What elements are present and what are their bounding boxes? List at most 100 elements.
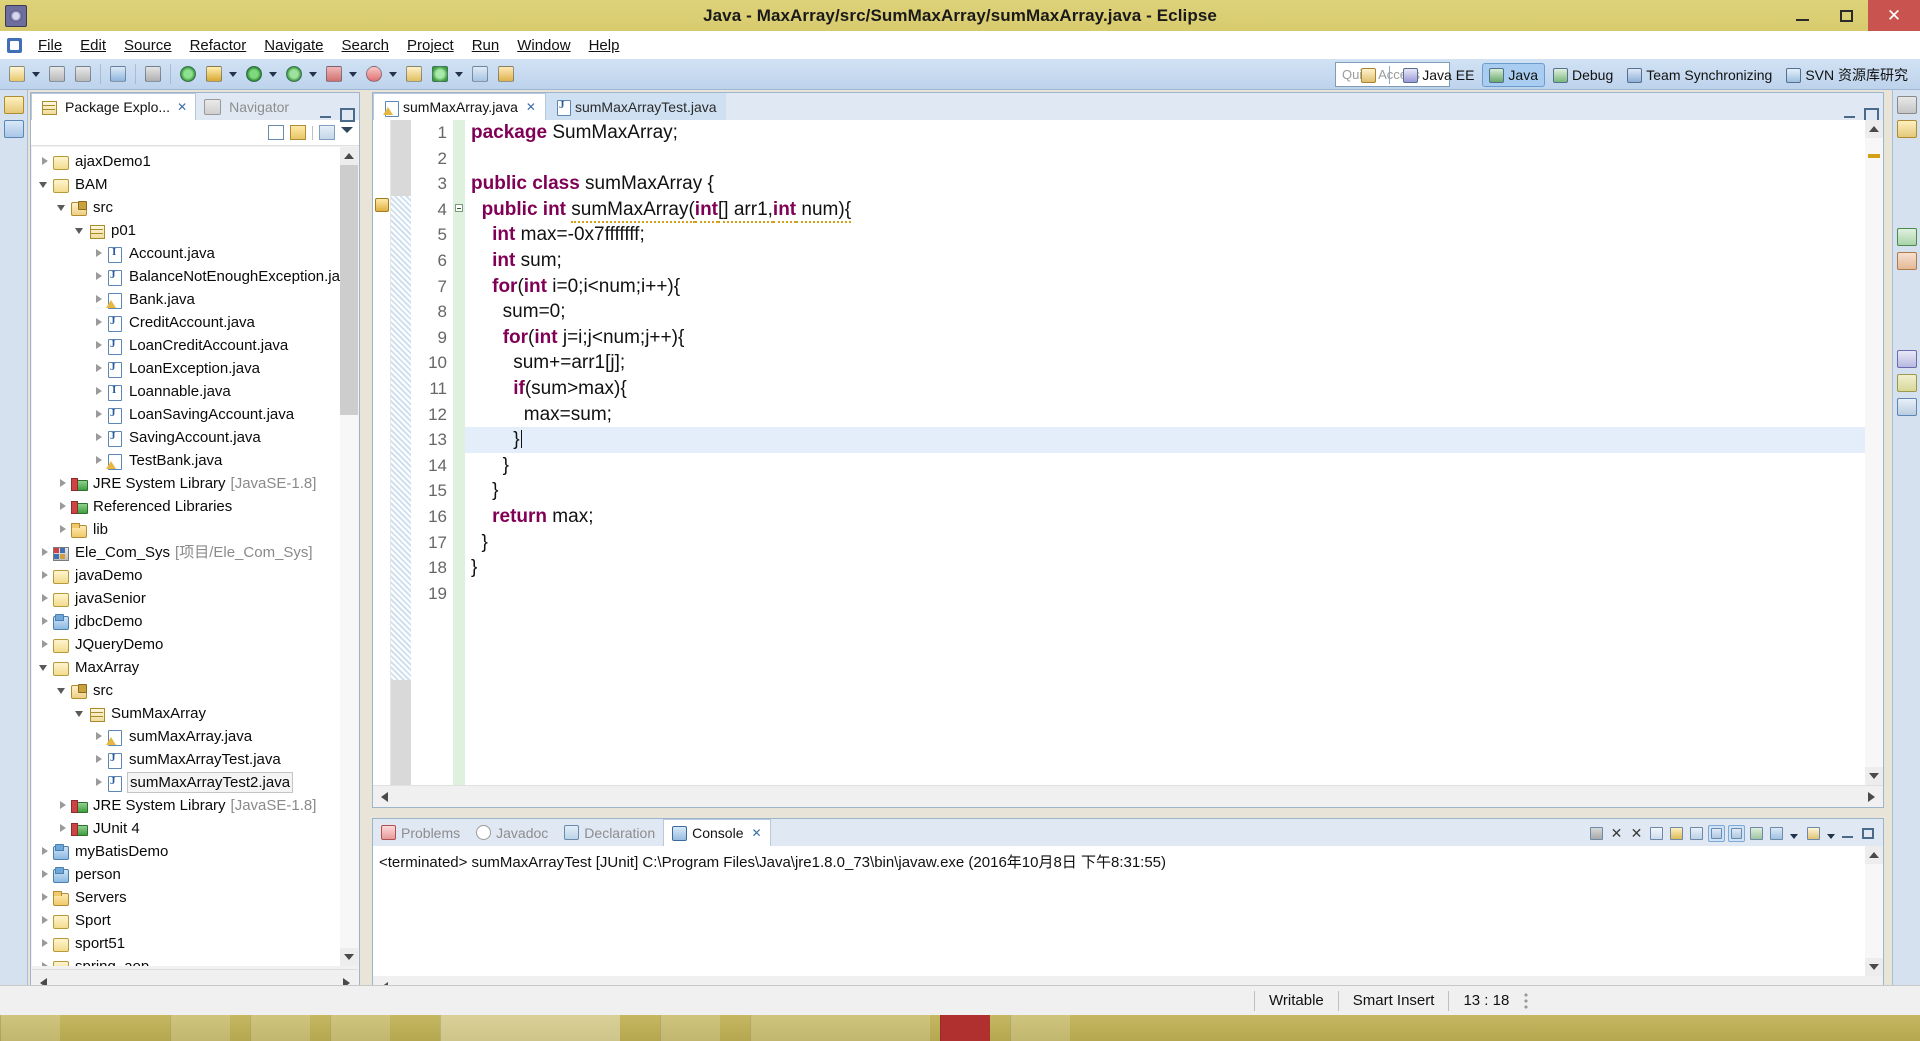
- chevron-right-icon[interactable]: [38, 569, 51, 582]
- console-icon[interactable]: [107, 63, 129, 85]
- new-java-class-icon[interactable]: [429, 63, 451, 85]
- tree-item-person[interactable]: person: [32, 863, 358, 886]
- tree-item-ajaxdemo1[interactable]: ajaxDemo1: [32, 150, 358, 173]
- chevron-right-icon[interactable]: [38, 845, 51, 858]
- tree-item-testbank-java[interactable]: TestBank.java: [32, 449, 358, 472]
- snippets-fastview-icon[interactable]: [1896, 374, 1917, 392]
- tree-item-servers[interactable]: Servers: [32, 886, 358, 909]
- chevron-right-icon[interactable]: [92, 339, 105, 352]
- show-console-on-output-icon[interactable]: [1708, 824, 1725, 842]
- tree-item-junit-4[interactable]: JUnit 4: [32, 817, 358, 840]
- editor-code-area[interactable]: package SumMaxArray; public class sumMaxA…: [465, 120, 1865, 785]
- collapse-all-icon[interactable]: [268, 125, 284, 140]
- tab-javadoc[interactable]: Javadoc: [468, 819, 556, 846]
- close-icon[interactable]: ✕: [752, 826, 762, 840]
- menu-item-help[interactable]: Help: [580, 35, 629, 56]
- tree-item-src[interactable]: src: [32, 679, 358, 702]
- tab-package-explorer[interactable]: Package Explo... ✕: [31, 93, 197, 120]
- tree-item-loancreditaccount-java[interactable]: LoanCreditAccount.java: [32, 334, 358, 357]
- package-explorer-vertical-scrollbar[interactable]: [340, 147, 358, 966]
- servers-fastview-icon[interactable]: [1896, 398, 1917, 416]
- tree-item-sport[interactable]: Sport: [32, 909, 358, 932]
- tree-item-p01[interactable]: p01: [32, 219, 358, 242]
- profile-icon[interactable]: [363, 63, 385, 85]
- code-line[interactable]: sum=0;: [465, 299, 1865, 325]
- code-line[interactable]: }: [465, 530, 1865, 556]
- tree-item-savingaccount-java[interactable]: SavingAccount.java: [32, 426, 358, 449]
- clear-console-icon[interactable]: [1648, 825, 1665, 842]
- tree-item-jdbcdemo[interactable]: jdbcDemo: [32, 610, 358, 633]
- taskbar-item[interactable]: [1010, 1015, 1070, 1041]
- chevron-right-icon[interactable]: [56, 477, 69, 490]
- menu-item-run[interactable]: Run: [463, 35, 509, 56]
- history-fastview-icon[interactable]: [1896, 252, 1917, 270]
- chevron-down-icon[interactable]: [341, 126, 353, 139]
- scroll-up-icon[interactable]: [340, 147, 358, 165]
- tree-item-bam[interactable]: BAM: [32, 173, 358, 196]
- menu-item-window[interactable]: Window: [508, 35, 579, 56]
- code-line[interactable]: }: [465, 453, 1865, 479]
- taskbar-item[interactable]: [250, 1015, 310, 1041]
- warning-marker-icon[interactable]: [375, 198, 389, 212]
- maximize-icon[interactable]: [1863, 107, 1879, 122]
- chevron-right-icon[interactable]: [38, 960, 51, 966]
- new-class-arrow[interactable]: [453, 63, 464, 85]
- chevron-down-icon[interactable]: [38, 178, 51, 191]
- tree-item-sport51[interactable]: sport51: [32, 932, 358, 955]
- close-icon[interactable]: ✕: [526, 100, 536, 114]
- terminate-icon[interactable]: [1588, 825, 1605, 842]
- perspective-button-java-ee[interactable]: Java EE: [1397, 64, 1480, 86]
- chevron-right-icon[interactable]: [92, 247, 105, 260]
- chevron-right-icon[interactable]: [38, 891, 51, 904]
- task-list-fastview-icon[interactable]: [1896, 120, 1917, 138]
- console-body[interactable]: <terminated> sumMaxArrayTest [JUnit] C:\…: [373, 846, 1883, 996]
- close-button[interactable]: ✕: [1868, 0, 1920, 31]
- project-tree[interactable]: ajaxDemo1 BAM src p01 Account.java BalanceNot…: [32, 147, 358, 966]
- chevron-right-icon[interactable]: [38, 546, 51, 559]
- code-line[interactable]: }: [465, 427, 1865, 453]
- menu-item-search[interactable]: Search: [332, 35, 398, 56]
- tree-item-summaxarraytest2-java[interactable]: sumMaxArrayTest2.java: [32, 771, 358, 794]
- debug-icon[interactable]: [283, 63, 305, 85]
- code-line[interactable]: [465, 581, 1865, 607]
- chevron-down-icon[interactable]: [56, 684, 69, 697]
- external-tools-icon[interactable]: [203, 63, 225, 85]
- chevron-right-icon[interactable]: [92, 730, 105, 743]
- code-line[interactable]: }: [465, 478, 1865, 504]
- scroll-left-icon[interactable]: [373, 786, 395, 808]
- tree-item-lib[interactable]: lib: [32, 518, 358, 541]
- package-explorer-fastview-icon[interactable]: [3, 120, 24, 138]
- minimize-icon[interactable]: [319, 107, 332, 120]
- tree-item-ele-com-sys[interactable]: Ele_Com_Sys [项目/Ele_Com_Sys]: [32, 541, 358, 564]
- perspective-button-team-synchronizing[interactable]: Team Synchronizing: [1621, 64, 1778, 86]
- scroll-right-icon[interactable]: [1861, 786, 1883, 808]
- code-line[interactable]: if(sum>max){: [465, 376, 1865, 402]
- new-java-package-icon[interactable]: [403, 63, 425, 85]
- chevron-right-icon[interactable]: [92, 362, 105, 375]
- chevron-down-icon[interactable]: [74, 224, 87, 237]
- taskbar-item[interactable]: [750, 1015, 930, 1041]
- save-icon[interactable]: [46, 63, 68, 85]
- code-line[interactable]: int max=-0x7fffffff;: [465, 222, 1865, 248]
- code-line[interactable]: package SumMaxArray;: [465, 120, 1865, 146]
- tree-item-account-java[interactable]: Account.java: [32, 242, 358, 265]
- scroll-down-icon[interactable]: [1865, 767, 1883, 785]
- taskbar-item[interactable]: [0, 1015, 60, 1041]
- open-console-icon[interactable]: [1805, 825, 1822, 842]
- tree-item-jquerydemo[interactable]: JQueryDemo: [32, 633, 358, 656]
- tab-problems[interactable]: Problems: [373, 819, 468, 846]
- restore-left-view-icon[interactable]: [3, 96, 24, 114]
- remove-launch-icon[interactable]: ✕: [1608, 825, 1625, 842]
- minimize-button[interactable]: [1780, 0, 1824, 31]
- chevron-right-icon[interactable]: [38, 914, 51, 927]
- menu-item-navigate[interactable]: Navigate: [255, 35, 332, 56]
- code-line[interactable]: max=sum;: [465, 402, 1865, 428]
- menu-item-source[interactable]: Source: [115, 35, 181, 56]
- menu-item-project[interactable]: Project: [398, 35, 463, 56]
- chevron-right-icon[interactable]: [92, 270, 105, 283]
- chevron-right-icon[interactable]: [56, 523, 69, 536]
- new-dropdown-arrow[interactable]: [30, 63, 41, 85]
- code-line[interactable]: [465, 146, 1865, 172]
- editor-vertical-scrollbar[interactable]: [1865, 120, 1883, 785]
- editor-horizontal-scrollbar[interactable]: [373, 785, 1883, 807]
